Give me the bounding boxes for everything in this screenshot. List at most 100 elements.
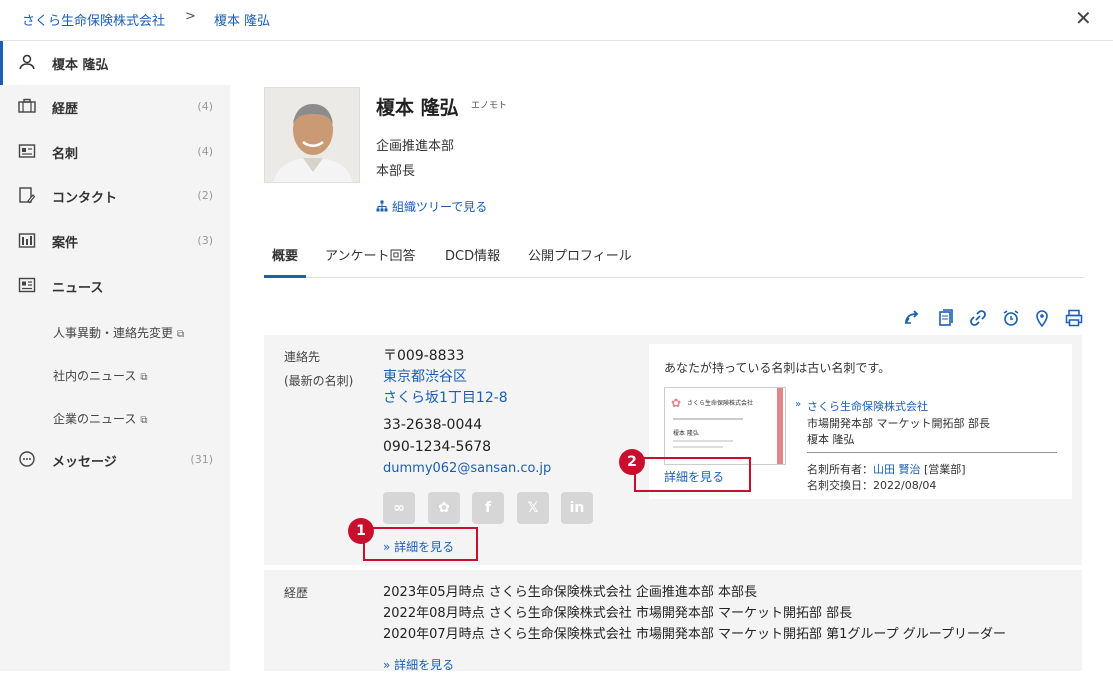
breadcrumb-separator: > xyxy=(185,9,196,24)
mobile-number: 090-1234-5678 xyxy=(383,439,492,455)
contact-panel: 連絡先 (最新の名刺) 〒009-8833 東京都渋谷区 さくら坂1丁目12-8… xyxy=(264,335,1082,565)
print-icon[interactable] xyxy=(1065,309,1083,327)
card-exchange-date: 名刺交換日：2022/08/04 xyxy=(807,479,937,492)
sansan-icon[interactable]: ✿ xyxy=(428,492,460,524)
sidebar-item-deals[interactable]: 案件 (3) xyxy=(0,219,230,263)
card-company-link[interactable]: さくら生命保険株式会社 xyxy=(807,398,928,414)
sidebar-item-count: (31) xyxy=(190,453,213,466)
history-row: 2023年05月時点 さくら生命保険株式会社 企画推進本部 本部長 xyxy=(383,585,758,600)
active-tab-indicator xyxy=(264,275,306,278)
eight-icon[interactable]: ∞ xyxy=(383,492,415,524)
copy-icon[interactable] xyxy=(937,309,955,327)
person-department: 企画推進本部 xyxy=(376,139,455,154)
sidebar: 榎本 隆弘 経歴 (4) 名刺 (4) コンタクト (2) 案件 (3) ニュー… xyxy=(0,41,230,671)
card-owner-link[interactable]: 山田 賢治 xyxy=(873,463,921,476)
sidebar-item-count: (3) xyxy=(197,234,213,247)
postal-code: 〒009-8833 xyxy=(383,348,465,364)
tab-public-profile[interactable]: 公開プロフィール xyxy=(528,245,632,264)
org-tree-link[interactable]: 組織ツリーで見る xyxy=(376,198,487,215)
sidebar-item-messages[interactable]: メッセージ (31) xyxy=(0,438,230,482)
contact-label: 連絡先 xyxy=(284,350,321,364)
close-icon[interactable]: ✕ xyxy=(1075,6,1092,30)
card-image-name: 榎本 隆弘 xyxy=(673,430,699,437)
news-sub-label: 人事異動・連絡先変更 xyxy=(53,326,174,340)
deal-icon xyxy=(18,233,36,248)
profile-photo xyxy=(264,87,360,183)
top-bar: さくら生命保険株式会社 > 榎本 隆弘 ✕ xyxy=(0,0,1113,41)
person-kana: エノモト xyxy=(471,101,508,111)
sidebar-item-person[interactable]: 榎本 隆弘 xyxy=(0,41,230,85)
card-image-line xyxy=(673,446,723,448)
message-icon xyxy=(19,451,35,467)
external-link-icon: ⧉ xyxy=(140,372,148,383)
card-chevron-icon: » xyxy=(795,399,802,410)
sidebar-item-label: 案件 xyxy=(52,236,79,251)
address-line-1[interactable]: 東京都渋谷区 xyxy=(383,366,467,386)
card-owner-label: 名刺所有者： xyxy=(807,463,873,476)
alarm-icon[interactable] xyxy=(1002,309,1020,327)
news-sub-label: 社内のニュース xyxy=(53,369,137,383)
history-row: 2020年07月時点 さくら生命保険株式会社 市場開発本部 マーケット開拓部 第… xyxy=(383,627,1006,642)
sidebar-item-count: (2) xyxy=(197,189,213,202)
card-image-line xyxy=(673,440,733,442)
sidebar-item-label: メッセージ xyxy=(52,455,117,470)
person-icon xyxy=(19,54,35,70)
sidebar-item-label: 榎本 隆弘 xyxy=(52,58,109,73)
tab-overview[interactable]: 概要 xyxy=(272,245,298,264)
card-name: 榎本 隆弘 xyxy=(807,433,855,446)
card-image-company: さくら生命保険株式会社 xyxy=(687,400,754,407)
sidebar-item-label: 名刺 xyxy=(52,147,79,162)
link-icon[interactable] xyxy=(969,309,987,327)
history-more-link[interactable]: » 詳細を見る xyxy=(383,656,454,673)
card-owner-dept: [営業部] xyxy=(924,463,966,476)
history-label: 経歴 xyxy=(284,586,309,600)
briefcase-icon xyxy=(18,98,36,113)
callout-badge-2: 2 xyxy=(619,449,645,475)
callout-badge-1: 1 xyxy=(348,518,374,544)
tab-bar: 概要 アンケート回答 DCD情報 公開プロフィール xyxy=(264,232,1083,278)
email-link[interactable]: dummy062@sansan.co.jp xyxy=(383,461,551,476)
callout-box-2 xyxy=(634,457,751,492)
contact-sublabel: (最新の名刺) xyxy=(284,374,354,388)
map-pin-icon[interactable] xyxy=(1033,309,1051,327)
news-sub-company[interactable]: 企業のニュース ⧉ xyxy=(53,410,148,427)
business-card-image[interactable]: ✿ さくら生命保険株式会社 榎本 隆弘 xyxy=(664,387,786,465)
callout-box-1 xyxy=(363,527,478,561)
breadcrumb-person[interactable]: 榎本 隆弘 xyxy=(214,10,270,29)
facebook-icon[interactable]: f xyxy=(472,492,504,524)
old-card-notice: あなたが持っている名刺は古い名刺です。 xyxy=(664,361,891,375)
phone-number: 33-2638-0044 xyxy=(383,417,483,433)
sidebar-item-label: 経歴 xyxy=(52,102,79,117)
sidebar-item-label: コンタクト xyxy=(52,191,118,206)
tab-dcd[interactable]: DCD情報 xyxy=(445,245,500,264)
news-sub-personnel[interactable]: 人事異動・連絡先変更 ⧉ xyxy=(53,324,184,341)
person-title: 本部長 xyxy=(376,164,416,179)
card-department: 市場開発本部 マーケット開拓部 部長 xyxy=(807,417,990,430)
x-icon[interactable]: 𝕏 xyxy=(517,492,549,524)
contact-icon xyxy=(19,187,36,204)
sakura-logo-icon: ✿ xyxy=(671,396,682,410)
org-tree-icon xyxy=(376,200,388,212)
sidebar-item-label: ニュース xyxy=(52,281,104,296)
breadcrumb-company[interactable]: さくら生命保険株式会社 xyxy=(22,10,165,29)
sync-icon[interactable] xyxy=(903,309,921,327)
news-sub-internal[interactable]: 社内のニュース ⧉ xyxy=(53,367,148,384)
card-image-stripe xyxy=(777,388,783,464)
card-divider xyxy=(807,452,1057,453)
history-row: 2022年08月時点 さくら生命保険株式会社 市場開発本部 マーケット開拓部 部… xyxy=(383,606,853,621)
card-owner: 名刺所有者：山田 賢治 [営業部] xyxy=(807,461,966,477)
sidebar-item-news[interactable]: ニュース xyxy=(0,264,230,308)
card-image-line xyxy=(673,418,743,420)
sidebar-item-cards[interactable]: 名刺 (4) xyxy=(0,130,230,174)
sidebar-item-career[interactable]: 経歴 (4) xyxy=(0,85,230,129)
portrait-image xyxy=(265,88,359,182)
person-name: 榎本 隆弘 xyxy=(376,97,459,119)
sidebar-item-count: (4) xyxy=(197,100,213,113)
tab-survey[interactable]: アンケート回答 xyxy=(325,245,415,264)
news-sub-label: 企業のニュース xyxy=(53,412,137,426)
sidebar-item-contact[interactable]: コンタクト (2) xyxy=(0,174,230,218)
business-card-icon xyxy=(18,144,36,158)
news-icon xyxy=(18,277,36,293)
address-line-2[interactable]: さくら坂1丁目12-8 xyxy=(383,387,508,407)
linkedin-icon[interactable]: in xyxy=(561,492,593,524)
